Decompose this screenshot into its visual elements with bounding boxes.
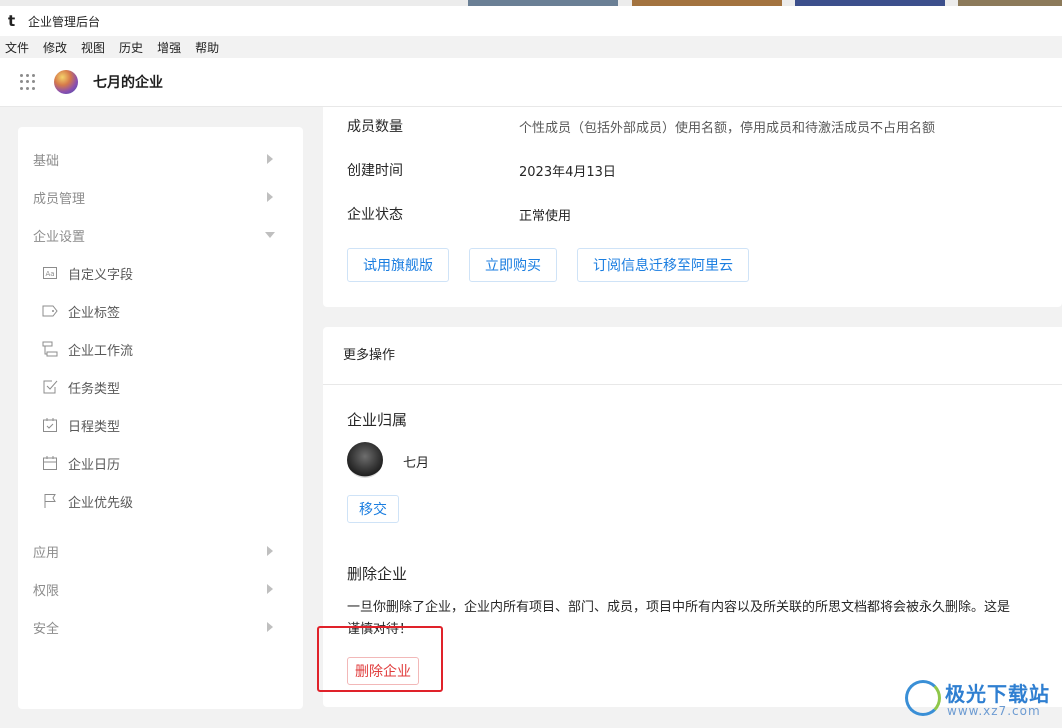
- sidebar-item-label: 企业日历: [68, 457, 121, 473]
- sidebar-item-permissions[interactable]: 权限: [18, 570, 303, 608]
- tag-icon: [42, 303, 58, 319]
- watermark-name: 极光下载站: [945, 682, 1050, 706]
- sidebar-item-label: 企业工作流: [68, 343, 134, 359]
- chevron-down-icon: [265, 232, 275, 238]
- sidebar-item-calendar[interactable]: 企业日历: [18, 444, 303, 482]
- menu-file[interactable]: 文件: [5, 39, 29, 56]
- status-value: 正常使用: [519, 209, 572, 224]
- calendar-icon: [42, 455, 58, 471]
- menu-help[interactable]: 帮助: [195, 39, 219, 56]
- watermark-url: www.xz7.com: [947, 704, 1041, 718]
- sidebar-item-workflow[interactable]: 企业工作流: [18, 330, 303, 368]
- title-bar: t 企业管理后台: [0, 6, 1062, 36]
- sidebar-item-label: 成员管理: [33, 191, 86, 207]
- sidebar-item-label: 自定义字段: [68, 267, 134, 283]
- apps-grid-icon[interactable]: [20, 74, 36, 90]
- created-label: 创建时间: [347, 163, 403, 179]
- annotation-highlight-box: [317, 626, 443, 692]
- sidebar-item-security[interactable]: 安全: [18, 608, 303, 646]
- sidebar-item-label: 基础: [33, 153, 60, 169]
- sidebar-item-apps[interactable]: 应用: [18, 532, 303, 570]
- workflow-icon: [42, 341, 58, 357]
- transfer-button[interactable]: 移交: [347, 495, 399, 523]
- app-logo-icon: t: [8, 11, 16, 30]
- delete-warning-text: 一旦你删除了企业，企业内所有项目、部门、成员，项目中所有内容以及所关联的所思文档…: [347, 597, 1062, 641]
- sidebar-item-org-tags[interactable]: 企业标签: [18, 292, 303, 330]
- status-label: 企业状态: [347, 207, 403, 223]
- ownership-title: 企业归属: [347, 411, 408, 429]
- org-info-card: 成员数量 个性成员（包括外部成员）使用名额，停用成员和待激活成员不占用名额 创建…: [323, 107, 1062, 307]
- owner-avatar: [347, 442, 383, 478]
- delete-warning-line2: 谨慎对待！: [347, 622, 413, 637]
- svg-text:Aa: Aa: [46, 270, 55, 278]
- sidebar-item-label: 安全: [33, 621, 60, 637]
- sidebar-item-label: 企业标签: [68, 305, 121, 321]
- members-label: 成员数量: [347, 119, 403, 135]
- sidebar-item-label: 应用: [33, 545, 60, 561]
- sidebar-item-task-types[interactable]: 任务类型: [18, 368, 303, 406]
- sidebar-item-label: 权限: [33, 583, 60, 599]
- more-actions-title: 更多操作: [343, 348, 396, 363]
- app-header: 七月的企业: [0, 58, 1062, 107]
- watermark-logo-icon: [905, 680, 941, 716]
- window-title: 企业管理后台: [28, 14, 101, 29]
- sidebar-item-label: 企业优先级: [68, 495, 134, 511]
- divider: [323, 384, 1062, 385]
- chevron-right-icon: [267, 192, 273, 202]
- schedule-check-icon: [42, 417, 58, 433]
- sidebar-item-custom-fields[interactable]: Aa 自定义字段: [18, 254, 303, 292]
- menu-bar: 文件 修改 视图 历史 增强 帮助: [0, 36, 1062, 58]
- menu-view[interactable]: 视图: [81, 39, 105, 56]
- chevron-right-icon: [267, 546, 273, 556]
- sidebar-item-priority[interactable]: 企业优先级: [18, 482, 303, 520]
- delete-org-title: 删除企业: [347, 565, 408, 583]
- buy-now-button[interactable]: 立即购买: [469, 248, 557, 282]
- migrate-subscription-button[interactable]: 订阅信息迁移至阿里云: [577, 248, 749, 282]
- sidebar-item-org-settings[interactable]: 企业设置: [18, 216, 303, 254]
- sidebar-item-label: 任务类型: [68, 381, 121, 397]
- trial-flagship-button[interactable]: 试用旗舰版: [347, 248, 449, 282]
- created-value: 2023年4月13日: [519, 165, 616, 180]
- chevron-right-icon: [267, 154, 273, 164]
- sidebar-item-basic[interactable]: 基础: [18, 140, 303, 178]
- sidebar-item-members[interactable]: 成员管理: [18, 178, 303, 216]
- menu-history[interactable]: 历史: [119, 39, 143, 56]
- sidebar-item-label: 企业设置: [33, 229, 86, 245]
- settings-sidebar: 基础 成员管理 企业设置 Aa 自定义字段 企业标签 企业工作流 任务类型 日程…: [18, 127, 303, 709]
- task-check-icon: [42, 379, 58, 395]
- chevron-right-icon: [267, 584, 273, 594]
- sidebar-item-schedule-types[interactable]: 日程类型: [18, 406, 303, 444]
- members-value: 个性成员（包括外部成员）使用名额，停用成员和待激活成员不占用名额: [519, 121, 936, 136]
- delete-warning-line1: 一旦你删除了企业，企业内所有项目、部门、成员，项目中所有内容以及所关联的所思文档…: [347, 600, 1011, 615]
- menu-enhance[interactable]: 增强: [157, 39, 181, 56]
- owner-name: 七月: [403, 456, 430, 471]
- menu-edit[interactable]: 修改: [43, 39, 67, 56]
- custom-field-icon: Aa: [42, 265, 58, 281]
- sidebar-item-label: 日程类型: [68, 419, 121, 435]
- org-avatar[interactable]: [54, 70, 78, 94]
- org-name[interactable]: 七月的企业: [93, 72, 163, 92]
- chevron-right-icon: [267, 622, 273, 632]
- flag-icon: [42, 493, 58, 509]
- watermark: 极光下载站 www.xz7.com: [905, 676, 1055, 724]
